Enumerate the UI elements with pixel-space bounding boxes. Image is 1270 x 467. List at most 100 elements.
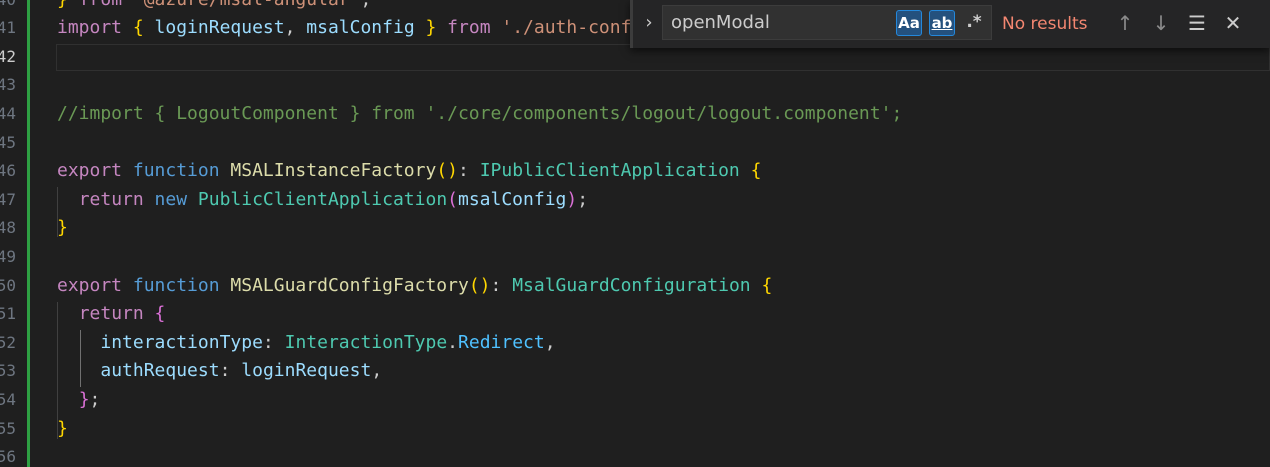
find-widget: › Aa ab .* No results ↑ ↓ ☰ ✕ [630,0,1270,48]
code-token: , [544,331,556,353]
code-line[interactable]: //import { LogoutComponent } from './cor… [57,100,902,129]
find-input-container[interactable]: Aa ab .* [662,5,992,40]
line-number: 47 [0,189,16,209]
line-number: 51 [0,304,16,324]
code-token: //import { LogoutComponent } from './cor… [57,102,903,124]
code-line[interactable]: } [57,415,68,444]
code-token: : [262,331,285,353]
code-token: { [761,274,773,296]
line-number: 53 [0,361,16,381]
line-number: 42 [0,46,16,66]
code-token: () [436,160,458,182]
code-token: function [132,160,231,182]
code-token: : [490,274,513,296]
chevron-right-icon[interactable]: › [638,9,660,37]
git-added-indicator [27,0,30,467]
code-token: authRequest [100,360,220,382]
code-token: () [468,274,491,296]
line-number: 45 [0,132,16,152]
code-token: IPublicClientApplication [479,160,751,182]
code-line[interactable]: } from '@azure/msal-angular'; [57,0,371,14]
code-token: InteractionType [284,331,448,353]
code-token: } [414,17,437,39]
arrow-down-icon[interactable]: ↓ [1148,10,1174,36]
code-token: { [154,303,166,325]
code-line[interactable]: export function MSALGuardConfigFactory()… [57,272,772,301]
code-line[interactable]: return new PublicClientApplication(msalC… [57,186,588,215]
code-token: loginRequest [241,360,372,382]
line-number: 46 [0,161,16,181]
code-token: ; [577,188,589,210]
code-token: } [57,217,68,239]
code-token: from [79,0,133,10]
line-number: 48 [0,218,16,238]
indent-guide-active [80,330,81,387]
code-token: msalConfig [306,17,415,39]
code-line[interactable]: interactionType: InteractionType.Redirec… [57,329,556,358]
line-number: 41 [0,18,16,38]
code-token: . [447,331,459,353]
line-number: 40 [0,0,16,14]
close-icon[interactable]: ✕ [1220,10,1246,36]
code-token: : [219,360,242,382]
code-line[interactable]: } [57,214,68,243]
code-token: loginRequest [154,17,285,39]
code-token: { [132,17,155,39]
line-number: 50 [0,275,16,295]
code-token: ; [360,0,371,10]
selection-icon[interactable]: ☰ [1184,10,1210,36]
line-number: 56 [0,447,16,467]
code-token: ) [566,188,578,210]
code-token: import [57,17,133,39]
code-line[interactable]: export function MSALInstanceFactory(): I… [57,157,761,186]
code-token: { [750,160,762,182]
code-token: msalConfig [458,188,567,210]
line-number: 52 [0,332,16,352]
code-token: PublicClientApplication [197,188,448,210]
code-token: export [57,274,133,296]
code-token: return [78,188,155,210]
code-line[interactable]: authRequest: loginRequest, [57,357,382,386]
code-token: export [57,160,133,182]
code-line[interactable]: import { loginRequest, msalConfig } from… [57,14,675,43]
code-token: , [284,17,307,39]
current-line-highlight [56,44,1270,71]
indent-guide [57,187,58,237]
line-number: 44 [0,103,16,123]
code-token: } [57,417,68,439]
match-count-status: No results [1002,14,1088,34]
code-line[interactable]: return { [57,300,166,329]
code-token: from [436,17,502,39]
code-line[interactable]: }; [57,386,101,415]
code-token: , [371,360,383,382]
line-number: 54 [0,389,16,409]
whole-word-toggle[interactable]: ab [929,10,955,36]
line-number: 49 [0,246,16,266]
arrow-up-icon[interactable]: ↑ [1112,10,1138,36]
code-token: return [78,303,155,325]
indent-guide [57,302,58,439]
find-input[interactable] [671,6,891,39]
regex-toggle[interactable]: .* [961,10,987,36]
line-number: 43 [0,75,16,95]
code-token: Redirect [458,331,545,353]
line-number: 55 [0,418,16,438]
code-token: } [57,0,79,10]
code-editor[interactable]: 40 41 42 43 44 45 46 47 48 49 50 51 52 53 54 55 56 } fro… [0,0,1270,467]
code-token: MSALGuardConfigFactory [230,274,469,296]
code-token: function [132,274,231,296]
match-case-toggle[interactable]: Aa [896,10,922,36]
code-token: '@azure/msal-angular' [133,0,361,10]
find-widget-resize-sash[interactable] [630,0,633,48]
code-token: MSALInstanceFactory [230,160,437,182]
code-token: } [78,388,90,410]
code-token: MsalGuardConfiguration [512,274,762,296]
code-token: : [458,160,480,182]
code-token: ; [89,388,101,410]
code-token: new [154,188,198,210]
